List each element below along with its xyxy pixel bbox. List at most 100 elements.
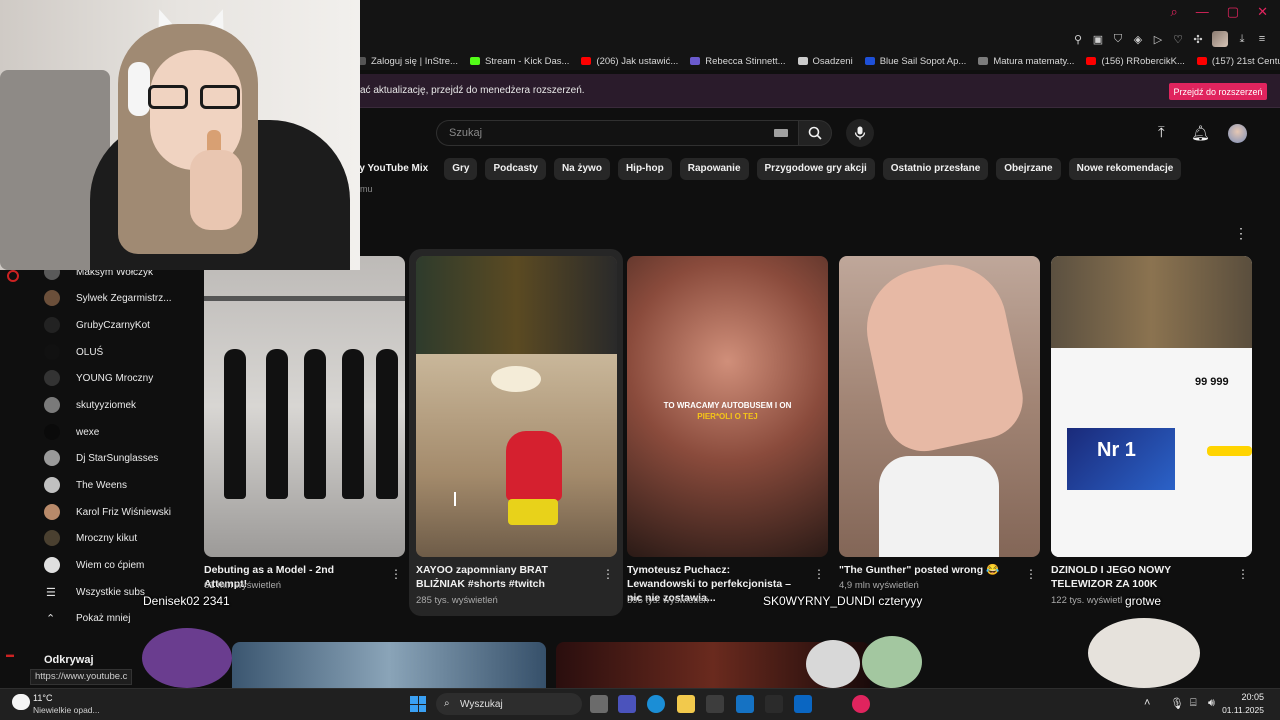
edge-icon[interactable] (647, 695, 665, 713)
bookmark-item[interactable]: Rebecca Stinnett... (690, 56, 786, 67)
video-thumbnail[interactable] (204, 256, 405, 557)
sidebar-channel[interactable]: The Weens (28, 474, 200, 496)
video-thumbnail[interactable] (416, 256, 617, 557)
voice-search-button[interactable] (846, 119, 874, 147)
section-more-icon[interactable]: ⋮ (1234, 225, 1248, 242)
video-more-icon[interactable]: ⋮ (1025, 567, 1037, 581)
app-icon[interactable] (794, 695, 812, 713)
go-to-extensions-button[interactable]: Przejdź do rozszerzeń (1169, 83, 1267, 100)
bookmark-item[interactable]: Matura matematy... (978, 56, 1074, 67)
section-caption: mu (360, 184, 373, 194)
video-views: 61 mln wyświetleń (204, 580, 282, 591)
bookmark-item[interactable]: Stream - Kick Das... (469, 56, 569, 67)
channel-avatar (44, 504, 60, 520)
close-icon[interactable]: ✕ (1257, 5, 1268, 19)
opera-gx-icon[interactable] (852, 695, 870, 713)
store-icon[interactable] (706, 695, 724, 713)
channel-avatar (44, 317, 60, 333)
maximize-icon[interactable]: ▢ (1227, 5, 1239, 19)
chip-gry[interactable]: Gry (444, 158, 478, 180)
bookmark-item[interactable]: Blue Sail Sopot Ap... (864, 56, 966, 67)
menu-icon[interactable]: ≡ (1256, 33, 1268, 45)
sidebar-channel[interactable]: Dj StarSunglasses (28, 447, 200, 469)
weather-temperature[interactable]: 11°C (33, 693, 52, 703)
sidebar-channel[interactable]: GrubyCzarnyKot (28, 314, 200, 336)
file-explorer-icon[interactable] (677, 695, 695, 713)
weather-cloud-icon[interactable] (12, 694, 30, 710)
video-more-icon[interactable]: ⋮ (390, 567, 402, 581)
teams-icon[interactable] (618, 695, 636, 713)
mail-icon[interactable] (736, 695, 754, 713)
chip-nowe-rekomendacje[interactable]: Nowe rekomendacje (1068, 158, 1182, 180)
video-title[interactable]: XAYOO zapomniany BRAT BLIŹNIAK #shorts #… (416, 563, 588, 591)
channel-avatar (44, 290, 60, 306)
network-icon[interactable]: ⌸ (1190, 697, 1197, 710)
chip-rapowanie[interactable]: Rapowanie (679, 158, 749, 180)
screenshot-icon[interactable]: ▣ (1092, 33, 1104, 46)
sidebar-channel[interactable]: Mroczny kikut (28, 527, 200, 549)
sidebar-channel[interactable]: OLUŚ (28, 341, 200, 363)
video-title[interactable]: "The Gunther" posted wrong 😂 (839, 563, 1011, 577)
channel-avatar (44, 370, 60, 386)
profile-avatar[interactable] (1212, 31, 1228, 47)
chip-mix[interactable]: ty YouTube Mix (352, 158, 436, 180)
tray-chevron-icon[interactable]: ˄ (1144, 697, 1150, 709)
play-icon[interactable]: ▷ (1152, 33, 1164, 46)
video-thumbnail[interactable] (232, 642, 546, 690)
chip-obejrzane[interactable]: Obejrzane (996, 158, 1061, 180)
sidebar-channel[interactable]: YOUNG Mroczny (28, 367, 200, 389)
task-view-icon[interactable] (590, 695, 608, 713)
taskbar-search[interactable]: ⌕ Wyszukaj (436, 693, 582, 715)
pin-icon[interactable]: ⚲ (1072, 33, 1084, 46)
show-less-button[interactable]: ⌃ Pokaż mniej (28, 607, 200, 629)
thumbnail-detail (376, 349, 398, 499)
video-thumbnail[interactable]: TO WRACAMY AUTOBUSEM I ON PIER*OLI O TEJ (627, 256, 828, 557)
thumbnail-detail (1051, 256, 1252, 348)
video-title[interactable]: DZINOLD I JEGO NOWY TELEWIZOR ZA 100K (1051, 563, 1223, 591)
sidebar-channel[interactable]: Wiem co ćpiem (28, 554, 200, 576)
chip-na-zywo[interactable]: Na żywo (553, 158, 610, 180)
bookmark-item[interactable]: (157) 21st Century... (1196, 56, 1280, 67)
sidebar-channel[interactable]: Karol Friz Wiśniewski (28, 501, 200, 523)
video-more-icon[interactable]: ⋮ (1237, 567, 1249, 581)
chip-ostatnio-przeslane[interactable]: Ostatnio przesłane (882, 158, 989, 180)
taskbar-time[interactable]: 20:05 (1224, 692, 1264, 702)
shield-icon[interactable]: ⛉ (1112, 33, 1124, 46)
filter-chips: ty YouTube Mix Gry Podcasty Na żywo Hip-… (352, 158, 1182, 180)
microphone-icon[interactable]: 🎙︎ (1170, 697, 1184, 710)
app-icon[interactable] (765, 695, 783, 713)
windows-start-icon[interactable] (410, 696, 426, 712)
notifications-bell-icon[interactable]: 🔔︎ (1191, 124, 1210, 142)
channel-name: GrubyCzarnyKot (76, 319, 150, 331)
search-input[interactable] (437, 121, 757, 145)
channel-avatar (44, 477, 60, 493)
video-thumbnail[interactable]: Nr 1 99 999 (1051, 256, 1252, 557)
video-more-icon[interactable]: ⋮ (602, 567, 614, 581)
account-avatar[interactable] (1228, 124, 1247, 143)
weather-description[interactable]: Niewielkie opad... (33, 705, 100, 715)
video-thumbnail[interactable] (839, 256, 1040, 557)
puzzle-icon[interactable]: ✣ (1192, 33, 1204, 46)
bookmark-item[interactable]: Osadzeni (797, 56, 853, 67)
video-more-icon[interactable]: ⋮ (813, 567, 825, 581)
sidebar-channel[interactable]: Sylwek Zegarmistrz... (28, 287, 200, 309)
sidebar-channel[interactable]: skutyyziomek (28, 394, 200, 416)
download-icon[interactable]: ⤓ (1236, 33, 1248, 46)
chip-przygodowe-gry-akcji[interactable]: Przygodowe gry akcji (756, 158, 875, 180)
microphone-icon (854, 126, 866, 140)
minimize-icon[interactable]: — (1196, 5, 1209, 19)
chip-hip-hop[interactable]: Hip-hop (617, 158, 672, 180)
search-icon[interactable]: ⌕ (1171, 5, 1178, 19)
bookmark-item[interactable]: (206) Jak ustawić... (581, 56, 678, 67)
headphones-icon (128, 62, 150, 116)
taskbar-date[interactable]: 01.11.2025 (1214, 705, 1264, 715)
heart-icon[interactable]: ♡ (1172, 33, 1184, 46)
bookmark-item[interactable]: Zaloguj się | InStre... (356, 56, 458, 67)
cube-icon[interactable]: ◈ (1132, 33, 1144, 46)
keyboard-icon[interactable] (774, 129, 788, 137)
upload-icon[interactable]: ⤒ (1158, 124, 1165, 141)
sidebar-channel[interactable]: wexe (28, 421, 200, 443)
chip-podcasty[interactable]: Podcasty (485, 158, 546, 180)
bookmark-item[interactable]: (156) RRobercikK... (1086, 56, 1185, 67)
search-button[interactable] (798, 120, 832, 146)
